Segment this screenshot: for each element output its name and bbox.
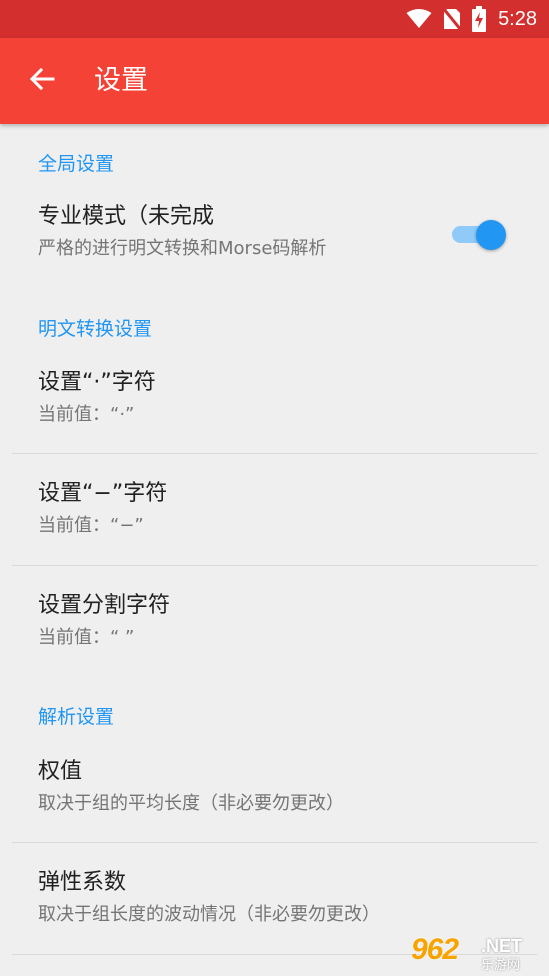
pref-title: 弹性系数: [38, 870, 127, 895]
wifi-icon: [406, 9, 432, 29]
pref-summary: 严格的进行明文转换和Morse码解析: [38, 238, 327, 259]
section-header-parse: 解析设置: [38, 706, 115, 728]
pref-summary: 当前值：“−”: [38, 515, 144, 536]
no-sim-icon: [442, 7, 463, 31]
battery-charging-icon: [472, 6, 487, 32]
page-title: 设置: [94, 65, 148, 96]
professional-mode-switch[interactable]: [452, 219, 508, 250]
pref-title: 权值: [38, 759, 83, 784]
pref-title: 设置“·”字符: [38, 370, 156, 395]
app-bar: 设置: [0, 38, 549, 124]
pref-title: 设置“−”字符: [38, 481, 168, 506]
arrow-back-icon: [29, 67, 55, 95]
watermark-site-name: 乐游网: [481, 958, 521, 973]
pref-summary: 取决于组的平均长度（非必要勿更改）: [38, 793, 344, 814]
status-time: 5:28: [498, 7, 537, 30]
back-button[interactable]: [18, 59, 66, 103]
pref-summary: 当前值：“·”: [38, 404, 135, 425]
pref-separator-char[interactable]: 设置分割字符 当前值：“ ”: [0, 566, 549, 678]
section-header-global: 全局设置: [38, 153, 115, 175]
pref-summary: 当前值：“ ”: [38, 627, 135, 648]
pref-title: 设置分割字符: [38, 593, 171, 618]
site-watermark-logo: 962 .NET 乐游网: [411, 933, 543, 974]
pref-summary: 取决于组长度的波动情况（非必要勿更改）: [38, 904, 380, 925]
section-header-text-conversion: 明文转换设置: [38, 318, 153, 340]
switch-thumb: [476, 220, 506, 250]
status-bar: 5:28: [0, 0, 549, 38]
status-icons: 5:28: [406, 0, 537, 38]
watermark-number: 962: [411, 933, 459, 966]
pref-dot-char[interactable]: 设置“·”字符 当前值：“·”: [0, 354, 549, 452]
pref-dash-char[interactable]: 设置“−”字符 当前值：“−”: [0, 454, 549, 564]
pref-title: 专业模式（未完成: [38, 204, 215, 229]
pref-weight[interactable]: 权值 取决于组的平均长度（非必要勿更改）: [0, 744, 549, 842]
